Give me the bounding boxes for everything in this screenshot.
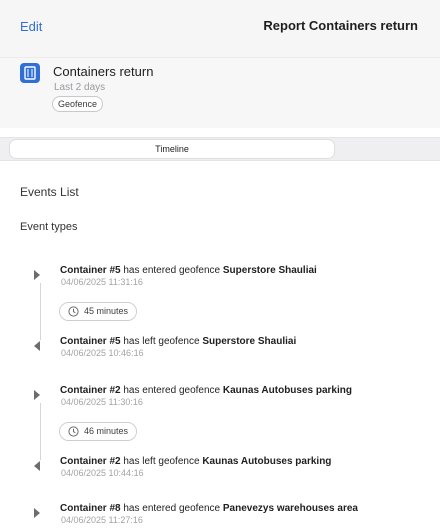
event-action: has entered geofence (120, 385, 223, 396)
event-action: has left geofence (120, 336, 203, 347)
event-title: Container #2 has entered geofence Kaunas… (60, 385, 352, 396)
report-name: Containers return (53, 64, 154, 79)
event-time: 04/06/2025 10:44:16 (61, 468, 144, 478)
clock-icon (68, 426, 79, 437)
event-time: 04/06/2025 11:30:16 (61, 397, 143, 407)
event-action: has entered geofence (120, 503, 223, 514)
event-subject: Container #8 (60, 503, 121, 514)
entered-arrow-icon (34, 508, 40, 518)
container-report-icon (20, 63, 40, 83)
geofence-chip[interactable]: Geofence (52, 96, 104, 112)
duration-badge: 46 minutes (59, 422, 138, 441)
event-action: has left geofence (120, 456, 203, 467)
left-arrow-icon (34, 461, 40, 471)
event-place: Kaunas Autobuses parking (202, 456, 332, 467)
event-title: Container #2 has left geofence Kaunas Au… (60, 456, 331, 467)
timeline-event[interactable]: Container #2 has entered geofence Kaunas… (0, 385, 440, 409)
timeline-connector (40, 283, 41, 340)
event-place: Superstore Shauliai (202, 336, 297, 347)
edit-button[interactable]: Edit (20, 19, 42, 34)
timeline-event[interactable]: Container #5 has left geofence Superstor… (0, 336, 440, 360)
event-types-label[interactable]: Event types (20, 221, 77, 233)
report-period: Last 2 days (54, 82, 106, 93)
timeline-event[interactable]: Container #5 has entered geofence Supers… (0, 265, 440, 289)
page-title: Report Containers return (263, 18, 418, 33)
entered-arrow-icon (34, 270, 40, 280)
event-title: Container #5 has entered geofence Supers… (60, 265, 317, 276)
event-title: Container #5 has left geofence Superstor… (60, 336, 296, 347)
event-time: 04/06/2025 11:27:16 (61, 515, 143, 525)
event-place: Kaunas Autobuses parking (222, 385, 352, 396)
entered-arrow-icon (34, 390, 40, 400)
events-list-heading: Events List (20, 185, 79, 199)
event-place: Panevezys warehouses area (222, 503, 358, 514)
left-arrow-icon (34, 341, 40, 351)
event-subject: Container #2 (60, 456, 121, 467)
timeline-event[interactable]: Container #8 has entered geofence Paneve… (0, 503, 440, 527)
event-subject: Container #2 (60, 385, 121, 396)
event-time: 04/06/2025 10:46:16 (61, 348, 144, 358)
view-segmented-control: Timeline (0, 137, 440, 161)
event-time: 04/06/2025 11:31:16 (61, 277, 143, 287)
duration-text: 46 minutes (84, 426, 129, 436)
event-subject: Container #5 (60, 265, 121, 276)
report-summary: Containers return Last 2 days Geofence (0, 58, 440, 128)
top-bar: Edit Report Containers return (0, 0, 440, 58)
clock-icon (68, 306, 79, 317)
duration-text: 45 minutes (84, 306, 129, 316)
event-place: Superstore Shauliai (222, 265, 317, 276)
duration-badge: 45 minutes (59, 302, 138, 321)
tab-timeline[interactable]: Timeline (10, 140, 334, 158)
event-title: Container #8 has entered geofence Paneve… (60, 503, 358, 514)
timeline-event[interactable]: Container #2 has left geofence Kaunas Au… (0, 456, 440, 480)
event-subject: Container #5 (60, 336, 121, 347)
event-action: has entered geofence (120, 265, 223, 276)
timeline-connector (40, 403, 41, 460)
